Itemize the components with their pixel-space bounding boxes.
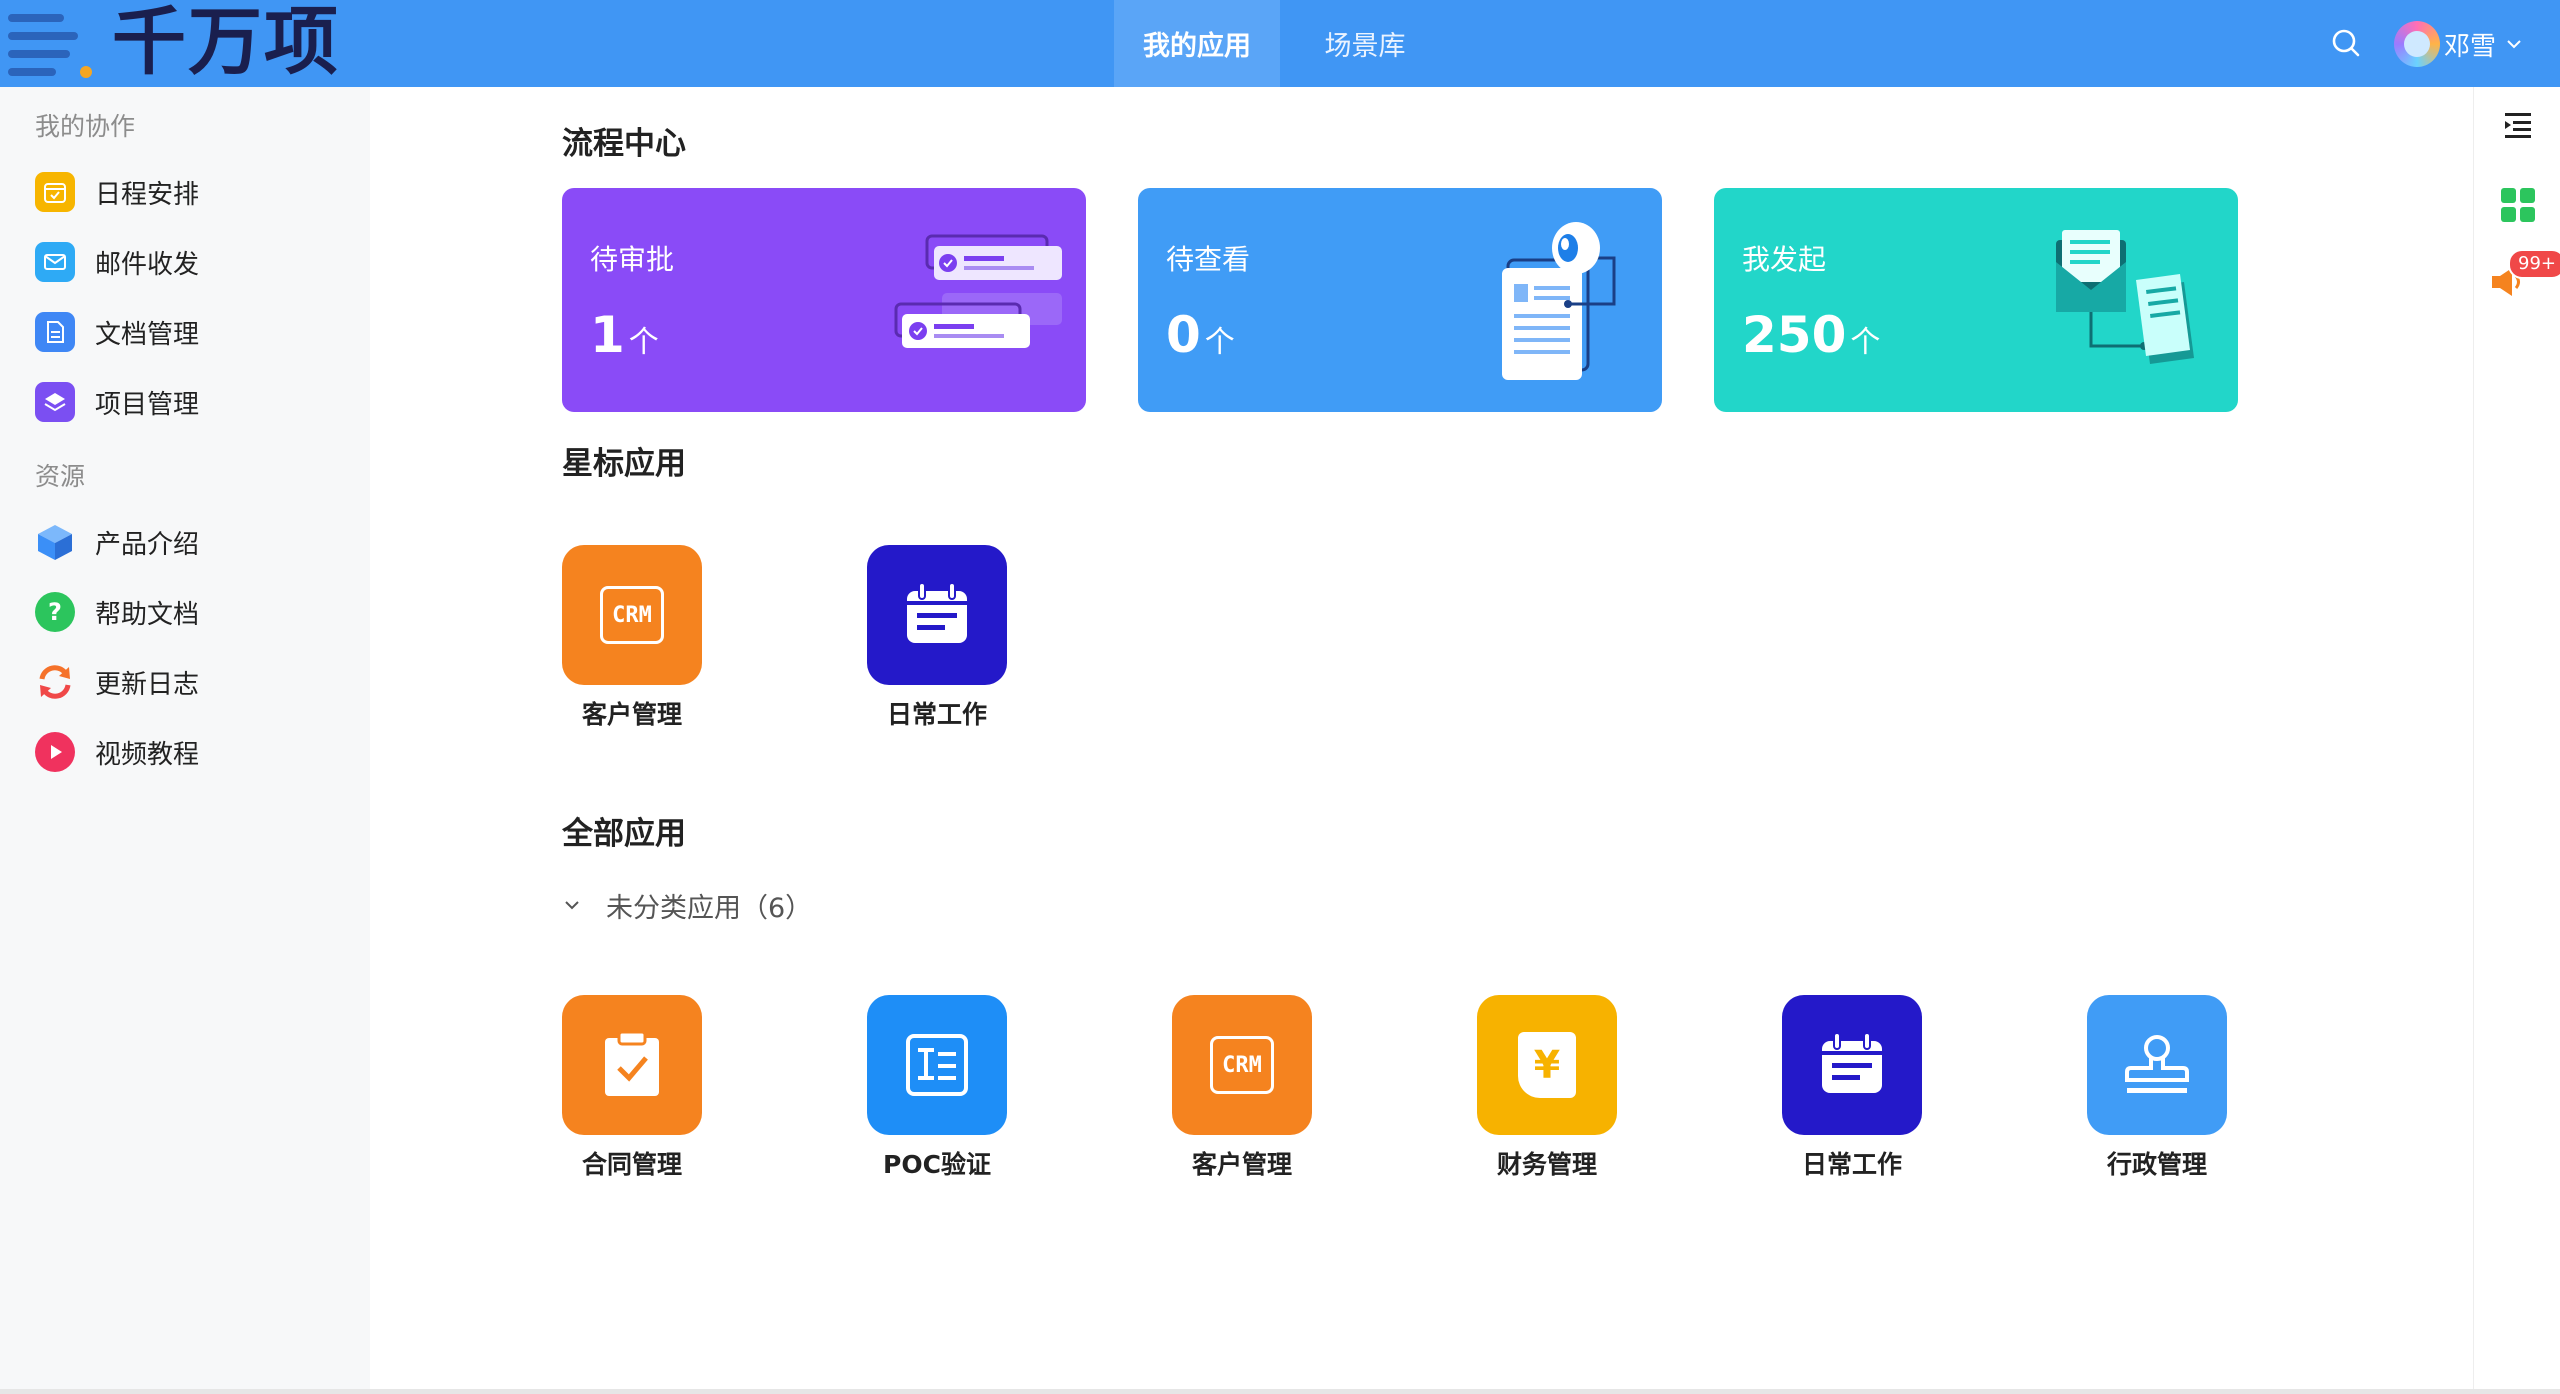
process-card-initiated[interactable]: 我发起 250 个 — [1714, 188, 2238, 412]
top-header: 千万项 我的应用 场景库 邓雪 — [0, 0, 2560, 87]
brand-name: 千万项 — [112, 0, 340, 85]
card-count: 1个 — [590, 306, 659, 364]
initiated-illustration-icon — [2056, 230, 2194, 364]
app-administrative-management[interactable]: 行政管理 — [2064, 995, 2234, 1195]
app-label: 客户管理 — [1191, 1150, 1292, 1179]
process-card-pending-review[interactable]: 待查看 0个 — [1138, 188, 1662, 412]
mail-icon — [35, 242, 75, 282]
sidebar-section-resources: 资源 — [35, 462, 86, 491]
layers-icon — [35, 382, 75, 422]
approval-illustration-icon — [894, 234, 1062, 348]
app-label: 日常工作 — [1801, 1150, 1902, 1179]
tab-my-apps[interactable]: 我的应用 — [1114, 0, 1280, 87]
tab-scene-library[interactable]: 场景库 — [1280, 0, 1450, 87]
search-icon[interactable] — [2330, 27, 2362, 59]
stamp-icon — [2087, 995, 2227, 1135]
sidebar-item-label: 更新日志 — [95, 669, 200, 700]
play-icon — [35, 732, 75, 772]
crm-icon: CRM — [1172, 995, 1312, 1135]
sidebar-item-product-intro[interactable]: 产品介绍 — [35, 517, 199, 567]
right-rail — [2473, 87, 2560, 1394]
sidebar-item-label: 日程安排 — [95, 179, 200, 210]
section-title-starred-apps: 星标应用 — [562, 446, 686, 482]
sidebar-item-label: 视频教程 — [95, 739, 200, 770]
calendar-icon — [35, 172, 75, 212]
sidebar-item-mail[interactable]: 邮件收发 — [35, 237, 199, 287]
bottom-divider — [0, 1389, 2560, 1394]
apps-grid-icon[interactable] — [2498, 185, 2538, 225]
brand-logo[interactable]: 千万项 — [0, 0, 365, 87]
starred-app-daily-work[interactable]: 日常工作 — [844, 545, 1014, 745]
app-label: 客户管理 — [581, 700, 682, 729]
logo-mark-icon — [8, 14, 92, 78]
app-label: 合同管理 — [581, 1150, 682, 1179]
app-label: 行政管理 — [2106, 1150, 2207, 1179]
category-toggle-uncategorized[interactable]: 未分类应用（6） — [562, 885, 812, 925]
chevron-down-icon — [2507, 40, 2521, 49]
app-customer-management[interactable]: CRM 客户管理 — [1149, 995, 1319, 1195]
app-label: 日常工作 — [886, 700, 987, 729]
app-contract-management[interactable]: 合同管理 — [539, 995, 709, 1195]
main-nav: 我的应用 场景库 — [1114, 0, 1450, 87]
menu-collapse-icon[interactable] — [2498, 105, 2538, 145]
user-menu[interactable]: 邓雪 — [2394, 19, 2524, 69]
card-count: 0个 — [1166, 306, 1235, 364]
clipboard-check-icon — [562, 995, 702, 1135]
app-poc-verification[interactable]: POC验证 — [844, 995, 1014, 1195]
sidebar-item-documents[interactable]: 文档管理 — [35, 307, 199, 357]
refresh-icon — [35, 662, 75, 702]
app-daily-work[interactable]: 日常工作 — [1759, 995, 1929, 1195]
card-label: 待审批 — [590, 243, 675, 276]
sidebar-item-projects[interactable]: 项目管理 — [35, 377, 199, 427]
sidebar-item-changelog[interactable]: 更新日志 — [35, 657, 199, 707]
document-icon — [35, 312, 75, 352]
sidebar-item-help-docs[interactable]: ? 帮助文档 — [35, 587, 199, 637]
sidebar-item-video-tutorials[interactable]: 视频教程 — [35, 727, 199, 777]
calendar-list-icon — [867, 545, 1007, 685]
sidebar-item-schedule[interactable]: 日程安排 — [35, 167, 199, 217]
cube-icon — [35, 522, 75, 562]
sidebar-item-label: 项目管理 — [95, 389, 200, 420]
user-name: 邓雪 — [2444, 31, 2497, 62]
sidebar-item-label: 产品介绍 — [95, 529, 200, 560]
sidebar-item-label: 文档管理 — [95, 319, 200, 350]
category-label: 未分类应用（6） — [606, 892, 813, 924]
card-count: 250 个 — [1742, 306, 1881, 364]
notification-badge: 99+ — [2508, 249, 2560, 279]
calendar-list-icon — [1782, 995, 1922, 1135]
sidebar-item-label: 帮助文档 — [95, 599, 200, 630]
app-label: POC验证 — [883, 1150, 991, 1179]
yuan-icon: ¥ — [1477, 995, 1617, 1135]
form-icon — [867, 995, 1007, 1135]
app-finance-management[interactable]: ¥ 财务管理 — [1454, 995, 1624, 1195]
sidebar-item-label: 邮件收发 — [95, 249, 200, 280]
section-title-all-apps: 全部应用 — [562, 816, 686, 852]
app-label: 财务管理 — [1496, 1150, 1597, 1179]
chevron-down-icon — [565, 901, 579, 910]
review-illustration-icon — [1502, 222, 1616, 380]
card-label: 待查看 — [1166, 243, 1251, 276]
section-title-process-center: 流程中心 — [562, 126, 686, 162]
sidebar-section-collaboration: 我的协作 — [35, 112, 136, 141]
help-icon: ? — [35, 592, 75, 632]
avatar[interactable] — [2394, 21, 2440, 67]
card-label: 我发起 — [1742, 243, 1827, 276]
starred-app-customer-management[interactable]: CRM 客户管理 — [539, 545, 709, 745]
crm-icon: CRM — [562, 545, 702, 685]
process-card-pending-approval[interactable]: 待审批 1个 — [562, 188, 1086, 412]
sidebar: 我的协作 日程安排 邮件收发 文档管理 项目管理 资源 产品介绍 ? 帮助文档 … — [0, 87, 370, 1394]
